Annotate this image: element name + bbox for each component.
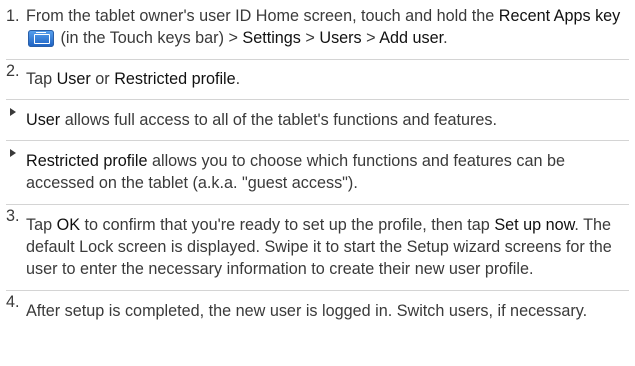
separator-gt: >: [305, 29, 315, 47]
step-text: Tap: [26, 70, 53, 88]
restricted-profile-label: Restricted profile: [26, 152, 148, 170]
recent-apps-key-icon: [28, 30, 54, 47]
set-up-now-label: Set up now: [494, 216, 575, 234]
settings-label: Settings: [242, 29, 301, 47]
step-text: Tap: [26, 216, 53, 234]
bullet-text: allows full access to all of the tablet'…: [64, 111, 497, 129]
step-end: .: [443, 29, 448, 47]
bullet-triangle-icon: [10, 149, 16, 157]
step-text: From the tablet owner's user ID Home scr…: [26, 7, 495, 25]
bullet-restricted-profile: Restricted profile allows you to choose …: [6, 141, 629, 204]
separator-gt: >: [366, 29, 376, 47]
step-3: 3. Tap OK to confirm that you're ready t…: [6, 205, 629, 290]
step-text: After setup is completed, the new user i…: [26, 302, 588, 320]
add-user-label: Add user: [379, 29, 444, 47]
user-label: User: [26, 111, 61, 129]
step-4: 4. After setup is completed, the new use…: [6, 291, 629, 322]
recent-apps-key-label: Recent Apps key: [498, 7, 621, 25]
step-number: 3.: [6, 207, 20, 225]
step-number: 1.: [6, 7, 20, 25]
bullet-user: User allows full access to all of the ta…: [6, 100, 629, 140]
instructions-document: 1. From the tablet owner's user ID Home …: [0, 0, 635, 322]
step-text: (in the Touch keys bar) >: [60, 29, 238, 47]
step-end: .: [235, 70, 241, 88]
step-1: 1. From the tablet owner's user ID Home …: [6, 5, 629, 59]
bullet-triangle-icon: [10, 108, 16, 116]
step-2: 2. Tap User or Restricted profile.: [6, 60, 629, 99]
step-number: 2.: [6, 62, 20, 80]
user-label: User: [56, 70, 91, 88]
step-number: 4.: [6, 293, 20, 311]
step-text: or: [95, 70, 110, 88]
ok-label: OK: [56, 216, 80, 234]
users-label: Users: [319, 29, 362, 47]
step-text: to confirm that you're ready to set up t…: [84, 216, 490, 234]
restricted-profile-label: Restricted profile: [114, 70, 236, 88]
